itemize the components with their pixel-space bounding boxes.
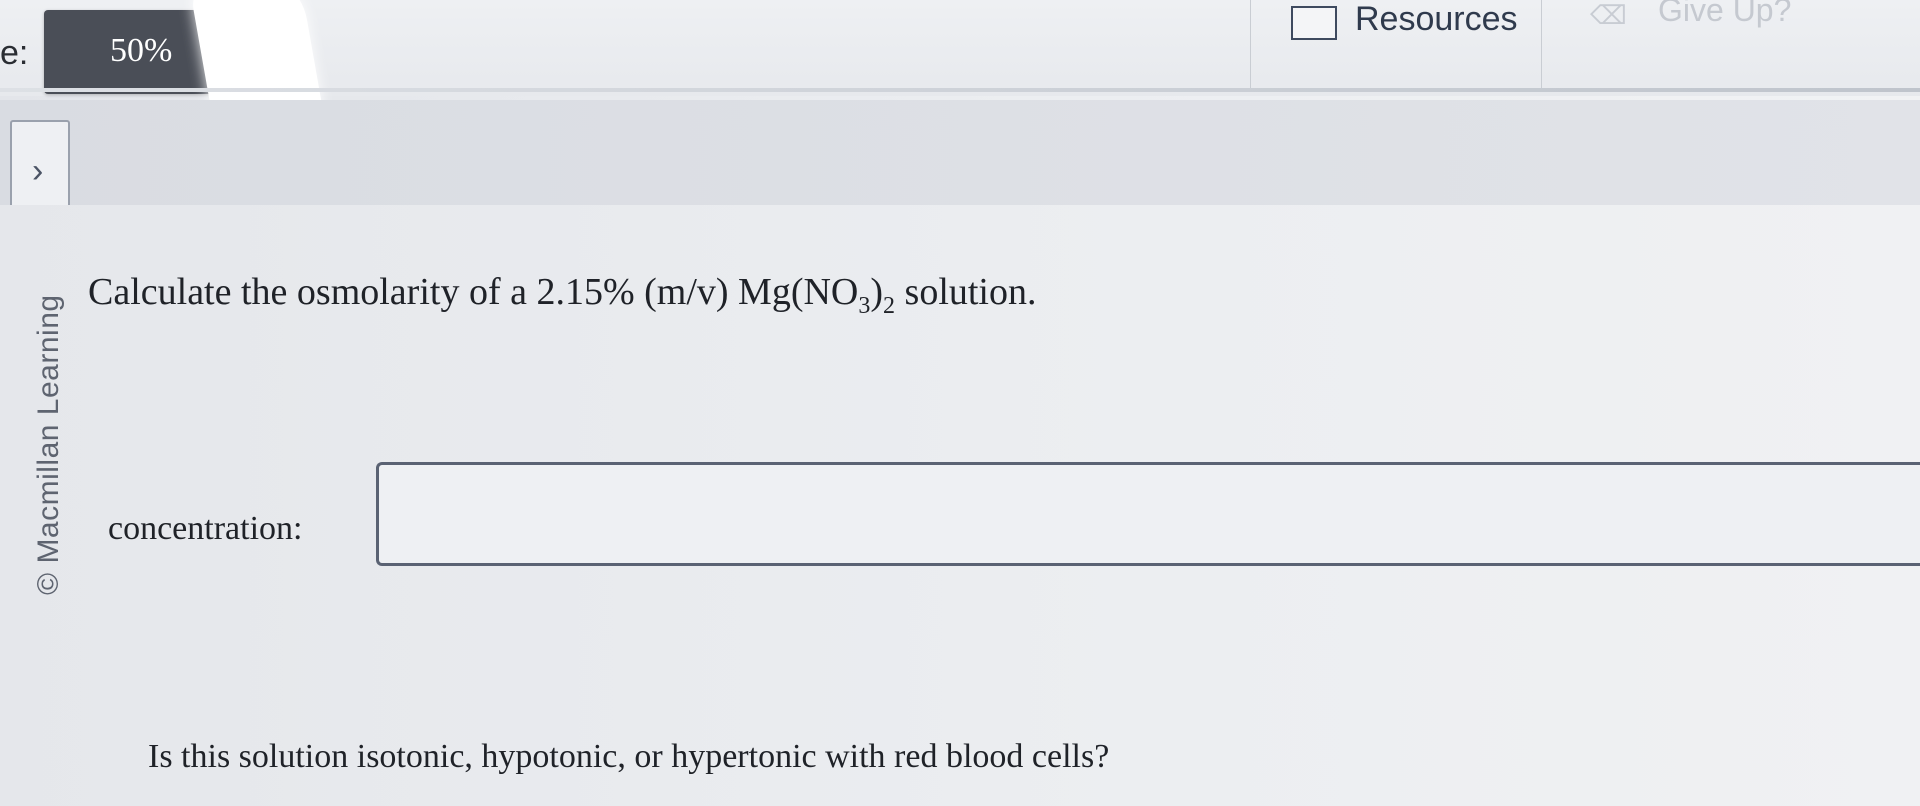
score-value: 50% <box>110 32 173 69</box>
give-up-icon: ⌫ <box>1590 0 1627 30</box>
resources-label: Resources <box>1355 0 1518 38</box>
divider <box>0 88 1920 92</box>
checkbox-icon <box>1291 6 1337 40</box>
give-up-label: Give Up? <box>1658 0 1792 28</box>
question-suffix: solution. <box>895 271 1037 313</box>
resources-button[interactable]: Resources <box>1250 0 1542 88</box>
score-label: e: <box>0 34 29 72</box>
concentration-label: concentration: <box>108 510 303 547</box>
screen: e: 50% Resources ⌫ Give Up? › © Macmilla… <box>0 0 1920 806</box>
question-mid: ) <box>870 271 884 313</box>
copyright-watermark: © Macmillan Learning <box>32 294 65 595</box>
give-up-button[interactable]: ⌫ Give Up? <box>1590 0 1830 88</box>
question-subscript-2: 2 <box>883 293 896 319</box>
header-band <box>0 100 1920 205</box>
top-bar: e: 50% Resources ⌫ Give Up? <box>0 0 1920 179</box>
concentration-input[interactable] <box>376 462 1920 566</box>
question-subscript-3: 3 <box>858 293 871 319</box>
tonicity-question: Is this solution isotonic, hypotonic, or… <box>148 738 1110 775</box>
question-prefix: Calculate the osmolarity of a 2.15% (m/v… <box>88 271 859 313</box>
chevron-right-icon: › <box>32 152 44 190</box>
question-text: Calculate the osmolarity of a 2.15% (m/v… <box>88 270 1037 319</box>
